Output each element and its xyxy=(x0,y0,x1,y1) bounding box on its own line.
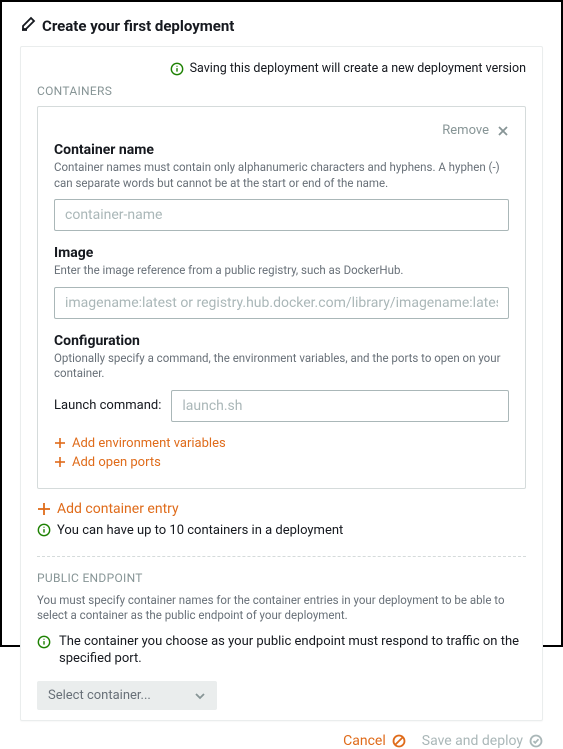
select-container-placeholder: Select container... xyxy=(48,688,151,703)
container-limit-note: You can have up to 10 containers in a de… xyxy=(37,523,526,538)
image-input[interactable] xyxy=(54,287,509,319)
divider xyxy=(37,556,526,557)
remove-button[interactable]: Remove xyxy=(54,123,509,138)
cancel-label: Cancel xyxy=(343,733,386,749)
add-open-ports-label: Add open ports xyxy=(72,455,161,470)
image-desc: Enter the image reference from a public … xyxy=(54,263,509,279)
public-endpoint-desc: You must specify container names for the… xyxy=(37,593,526,624)
add-container-entry-label: Add container entry xyxy=(57,501,179,517)
container-name-input[interactable] xyxy=(54,199,509,231)
info-icon xyxy=(37,523,51,537)
add-env-vars-button[interactable]: Add environment variables xyxy=(54,436,509,451)
config-group: Configuration Optionally specify a comma… xyxy=(54,333,509,470)
footer-actions: Cancel Save and deploy xyxy=(20,733,543,749)
cancel-icon xyxy=(392,734,406,748)
config-title: Configuration xyxy=(54,333,509,349)
image-title: Image xyxy=(54,245,509,261)
edit-icon xyxy=(20,16,36,36)
plus-icon xyxy=(37,502,51,516)
containers-label: CONTAINERS xyxy=(37,84,526,98)
page-header: Create your first deployment xyxy=(20,16,543,36)
check-circle-icon xyxy=(529,734,543,748)
public-endpoint-note: The container you choose as your public … xyxy=(37,634,526,668)
launch-command-input[interactable] xyxy=(171,390,509,422)
info-icon xyxy=(170,62,184,76)
remove-label: Remove xyxy=(442,123,489,138)
config-desc: Optionally specify a command, the enviro… xyxy=(54,351,509,382)
page-title: Create your first deployment xyxy=(42,17,234,35)
container-name-desc: Container names must contain only alphan… xyxy=(54,160,509,191)
container-limit-text: You can have up to 10 containers in a de… xyxy=(57,523,343,538)
launch-command-label: Launch command: xyxy=(54,398,161,413)
add-container-entry-button[interactable]: Add container entry xyxy=(37,501,526,517)
plus-icon xyxy=(54,437,66,449)
add-env-vars-label: Add environment variables xyxy=(72,436,226,451)
select-container-dropdown[interactable]: Select container... xyxy=(37,681,217,710)
container-name-title: Container name xyxy=(54,142,509,158)
image-group: Image Enter the image reference from a p… xyxy=(54,245,509,319)
info-banner: Saving this deployment will create a new… xyxy=(37,61,526,76)
public-endpoint-note-text: The container you choose as your public … xyxy=(59,634,526,668)
add-open-ports-button[interactable]: Add open ports xyxy=(54,455,509,470)
save-label: Save and deploy xyxy=(422,733,523,749)
deployment-card: Saving this deployment will create a new… xyxy=(20,46,543,721)
public-endpoint-label: PUBLIC ENDPOINT xyxy=(37,571,526,585)
chevron-down-icon xyxy=(194,690,206,702)
save-and-deploy-button[interactable]: Save and deploy xyxy=(422,733,543,749)
info-banner-text: Saving this deployment will create a new… xyxy=(190,61,526,76)
close-icon xyxy=(497,125,509,137)
container-name-group: Container name Container names must cont… xyxy=(54,142,509,231)
container-entry-box: Remove Container name Container names mu… xyxy=(37,106,526,489)
cancel-button[interactable]: Cancel xyxy=(343,733,406,749)
plus-icon xyxy=(54,456,66,468)
